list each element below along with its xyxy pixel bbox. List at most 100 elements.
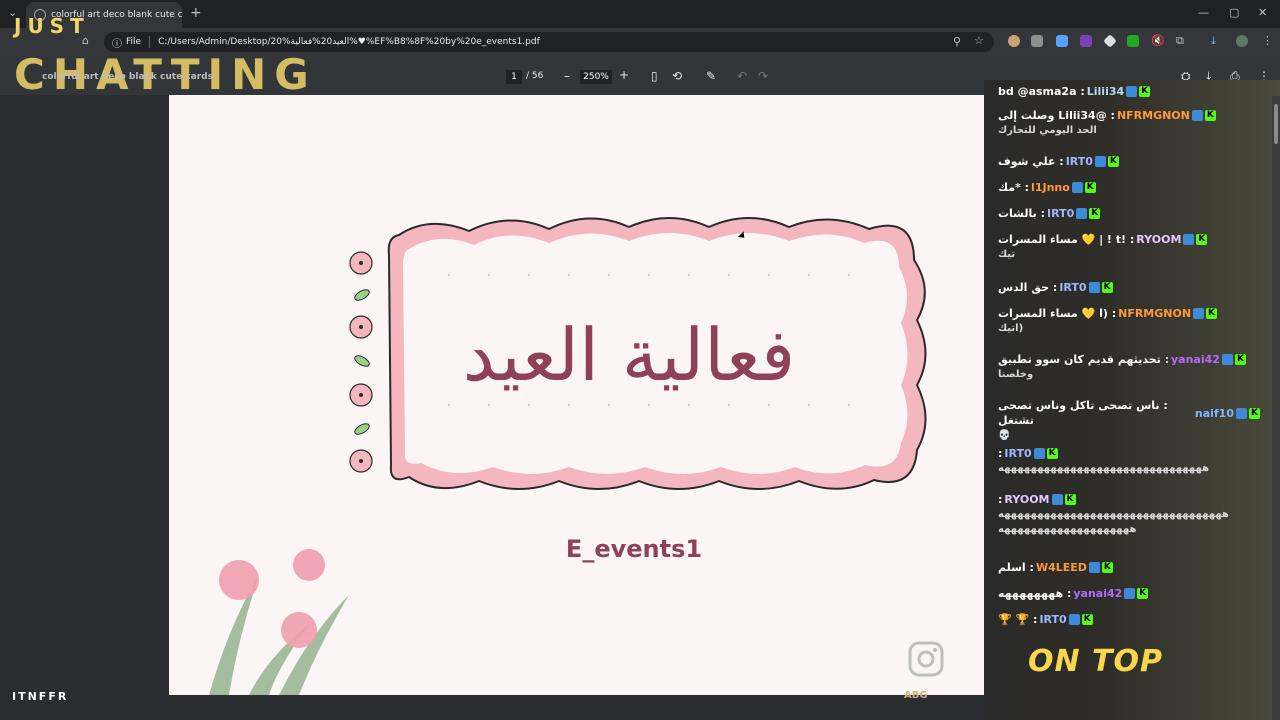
info-icon[interactable]: ⓘ	[112, 35, 122, 50]
event-title: فعالية العيد	[462, 313, 796, 397]
chat-username[interactable]: RYOOM	[1136, 232, 1181, 247]
kick-badge-icon: K	[1196, 234, 1208, 245]
chat-message: K RYOOM: !t ! | 💛 مساء المسرات تيك	[998, 232, 1260, 262]
kick-badge-icon: K	[1046, 448, 1058, 459]
zoom-icon[interactable]: ⚲	[953, 35, 961, 48]
chat-message-row: K W4LEED: اسلم	[998, 560, 1260, 575]
chat-username[interactable]: yanai42	[1073, 586, 1122, 601]
subscriber-badge-icon	[1221, 354, 1233, 365]
chat-username[interactable]: IRT0	[1039, 612, 1066, 627]
chat-message-row: K RYOOM: !t ! | 💛 مساء المسرات	[998, 232, 1260, 247]
extension-avatar-icon[interactable]	[1008, 35, 1020, 47]
subscriber-badge-icon	[1191, 110, 1203, 121]
chat-message: Kl1Jnno: *مك	[998, 180, 1260, 195]
kick-badge-icon: K	[1081, 614, 1093, 625]
zoom-in-button[interactable]: +	[619, 68, 629, 82]
kick-badge-icon: K	[1089, 208, 1101, 219]
chat-username[interactable]: IRT0	[1004, 446, 1031, 461]
subscriber-badge-icon	[1236, 407, 1247, 419]
pdf-page: فعالية العيد E_events1	[169, 95, 984, 695]
chat-text: : 🏆 🏆	[998, 613, 1038, 626]
restore-icon[interactable]: ▢	[1229, 6, 1239, 19]
overlay-on-top-text: ON TOP	[1028, 644, 1164, 679]
extension-shield-icon[interactable]	[1031, 35, 1043, 47]
overlay-just-text: JUST	[14, 14, 90, 38]
extension-green-icon[interactable]	[1127, 35, 1139, 47]
chat-text: : حق الدس	[998, 281, 1058, 294]
zoom-out-button[interactable]: –	[564, 69, 570, 83]
chat-message-row: Kyanai42: تحديثهم قديم كان سوو تطبيق	[998, 352, 1260, 367]
chat-message-row: K IRT0: 🏆 🏆	[998, 612, 1260, 627]
browser-menu-icon[interactable]: ⋮	[1262, 34, 1273, 47]
omnibox-divider	[149, 36, 151, 48]
chat-username[interactable]: naif10	[1195, 406, 1234, 421]
chat-text-continuation: ههههههههههههههههههههه	[998, 524, 1137, 535]
address-bar[interactable]: ⓘ File C:/Users/Admin/Desktop/20%العيد20…	[104, 32, 994, 52]
chat-username[interactable]: yanai42	[1171, 352, 1220, 367]
chat-message-row: K IRT0: بالشات	[998, 206, 1260, 221]
chat-message-row: K IRT0: علي شوف	[998, 154, 1260, 169]
extensions-puzzle-icon[interactable]: ⧉	[1176, 34, 1184, 48]
extension-blue-icon[interactable]	[1056, 35, 1068, 47]
kick-badge-icon: K	[1101, 562, 1113, 573]
new-tab-button[interactable]: +	[190, 5, 202, 21]
page-number-input[interactable]: 1	[506, 70, 522, 84]
chat-message: Knaif10: ناس تصحى تاكل وناس تصحى تشتغل 💀	[998, 398, 1260, 443]
chat-text-continuation: تيك	[998, 249, 1016, 260]
window-close-icon[interactable]: ✕	[1258, 6, 1267, 19]
redo-button[interactable]: ↷	[758, 69, 768, 83]
subscriber-badge-icon	[1076, 208, 1088, 219]
chat-text: :	[998, 493, 1003, 506]
fit-page-icon[interactable]: ▯	[651, 69, 658, 83]
bookmark-star-icon[interactable]: ☆	[974, 34, 984, 47]
zoom-level-input[interactable]: 250%	[580, 70, 612, 84]
rotate-icon[interactable]: ⟲	[672, 69, 682, 83]
chat-text-continuation: 💀	[998, 430, 1011, 441]
chat-message-row: Kyanai42: ههههههههه	[998, 586, 1260, 601]
chat-message: K IRT0: 🏆 🏆	[998, 612, 1260, 627]
chat-message-row: Knaif10: ناس تصحى تاكل وناس تصحى تشتغل	[998, 398, 1260, 428]
chat-username[interactable]: IRT0	[1047, 206, 1074, 221]
page-total: / 56	[526, 71, 544, 81]
chat-text: : @Lilii34 وصلت إلى	[998, 109, 1115, 122]
watercolor-flowers-decoration	[209, 549, 349, 695]
chat-message: K IRT0: هههههههههههههههههههههههههههههههه	[998, 446, 1260, 476]
chat-text: : بالشات	[998, 207, 1045, 220]
profile-avatar[interactable]	[1236, 35, 1248, 47]
chat-text: : اسلم	[998, 561, 1034, 574]
chat-message-row: K Lilii34: bd @asma2a	[998, 84, 1260, 99]
chat-text: : ناس تصحى تاكل وناس تصحى تشتغل	[998, 399, 1168, 427]
chat-message: K Lilii34: bd @asma2a	[998, 84, 1260, 99]
undo-button[interactable]: ↶	[737, 69, 747, 83]
chat-message: K IRT0: بالشات	[998, 206, 1260, 221]
subscriber-badge-icon	[1126, 86, 1138, 97]
chat-message: Kyanai42: ههههههههه	[998, 586, 1260, 601]
chat-scroll-thumb[interactable]	[1274, 104, 1278, 144]
chat-text: : ههههههههه	[998, 587, 1072, 600]
flower-column-decoration	[349, 251, 373, 473]
chat-scrollbar[interactable]	[1272, 96, 1280, 720]
chat-username[interactable]: IRT0	[1066, 154, 1093, 169]
chat-username[interactable]: NFRMGNON	[1118, 306, 1191, 321]
annotate-pen-icon[interactable]: ✎	[706, 69, 716, 83]
chat-message: K NFRMGNON: @Lilii34 وصلت إلى الحد اليومي …	[998, 108, 1260, 138]
chat-username[interactable]: l1Jnno	[1031, 180, 1070, 195]
extension-purple-icon[interactable]	[1080, 35, 1092, 47]
chat-username[interactable]: NFRMGNON	[1117, 108, 1190, 123]
kick-badge-icon: K	[1137, 588, 1149, 599]
download-icon[interactable]: ⤓	[1211, 34, 1216, 48]
mute-icon[interactable]: 🔇	[1151, 34, 1165, 47]
chat-message: K NFRMGNON: (ا 💛 مساء المسرات (اتيك	[998, 306, 1260, 336]
minimize-icon[interactable]: —	[1198, 6, 1209, 19]
chat-text-continuation: (اتيك	[998, 323, 1024, 334]
chat-username[interactable]: W4LEED	[1036, 560, 1087, 575]
subscriber-badge-icon	[1124, 588, 1136, 599]
chat-message-row: Kl1Jnno: *مك	[998, 180, 1260, 195]
subscriber-badge-icon	[1088, 562, 1100, 573]
chat-text-continuation: الحد اليومي للتحارك	[998, 125, 1097, 136]
chat-message-row: K NFRMGNON: (ا 💛 مساء المسرات	[998, 306, 1260, 321]
chat-message: K W4LEED: اسلم	[998, 560, 1260, 575]
chat-username[interactable]: IRT0	[1059, 280, 1086, 295]
chat-username[interactable]: RYOOM	[1004, 492, 1049, 507]
chat-username[interactable]: Lilii34	[1087, 84, 1124, 99]
